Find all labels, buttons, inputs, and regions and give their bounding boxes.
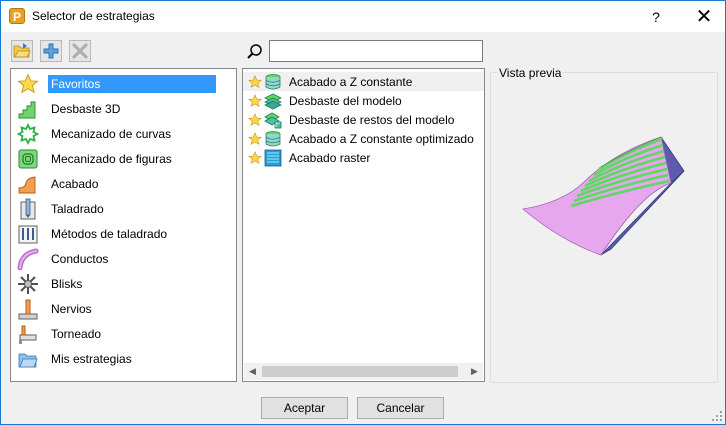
raster-finishing-icon: [264, 149, 282, 166]
finishing-icon: [17, 173, 39, 195]
category-label: Métodos de taladrado: [51, 226, 168, 241]
scroll-right-icon[interactable]: ▶: [466, 363, 483, 380]
app-logo-icon: P: [9, 8, 25, 24]
category-item-mecanizado-figuras[interactable]: Mecanizado de figuras: [11, 146, 236, 171]
strategy-selector-dialog: P Selector de estrategias ? ✕ Favoritos …: [0, 0, 726, 425]
category-item-nervios[interactable]: Nervios: [11, 296, 236, 321]
category-label: Favoritos: [48, 74, 216, 93]
preview-title: Vista previa: [497, 66, 564, 80]
model-roughing-icon: [264, 93, 282, 109]
strategy-item[interactable]: Desbaste de restos del modelo: [243, 110, 484, 129]
add-button[interactable]: [40, 40, 62, 62]
preview-group: Vista previa: [490, 66, 718, 383]
category-label: Mecanizado de curvas: [51, 126, 172, 141]
strategy-item[interactable]: Desbaste del modelo: [243, 91, 484, 110]
drill-icon: [17, 198, 39, 220]
category-label: Blisks: [51, 276, 83, 291]
favorite-star-icon: [248, 112, 262, 126]
favorite-star-icon: [248, 150, 262, 164]
category-label: Nervios: [51, 301, 92, 316]
category-label: Torneado: [51, 326, 102, 341]
strategy-label: Desbaste de restos del modelo: [289, 112, 455, 127]
ports-icon: [17, 248, 39, 270]
feature-machining-icon: [17, 148, 39, 170]
search-icon: [247, 44, 262, 59]
category-item-favoritos[interactable]: Favoritos: [11, 71, 236, 96]
category-item-torneado[interactable]: Torneado: [11, 321, 236, 346]
strategy-label: Acabado raster: [289, 150, 371, 165]
category-label: Acabado: [51, 176, 99, 191]
strategy-list[interactable]: Acabado a Z constante Desbaste del model…: [242, 68, 485, 382]
category-item-blisks[interactable]: Blisks: [11, 271, 236, 296]
my-strategies-folder-icon: [17, 348, 39, 370]
strategy-label: Acabado a Z constante optimizado: [289, 131, 474, 146]
help-button[interactable]: ?: [641, 6, 671, 28]
scrollbar-thumb[interactable]: [262, 366, 458, 377]
cancel-button[interactable]: Cancelar: [357, 397, 444, 419]
window-title: Selector de estrategias: [32, 9, 155, 23]
category-label: Mis estrategias: [51, 351, 132, 366]
roughing-3d-icon: [17, 98, 39, 120]
title-bar[interactable]: P Selector de estrategias ? ✕: [1, 1, 725, 32]
category-label: Conductos: [51, 251, 109, 266]
category-item-metodos-taladrado[interactable]: Métodos de taladrado: [11, 221, 236, 246]
resize-grip-icon[interactable]: [711, 410, 723, 422]
category-item-acabado[interactable]: Acabado: [11, 171, 236, 196]
category-item-mecanizado-curvas[interactable]: Mecanizado de curvas: [11, 121, 236, 146]
favorite-star-icon: [248, 131, 262, 145]
constant-z-finishing-icon: [265, 73, 281, 89]
model-rest-roughing-icon: [264, 112, 282, 128]
ok-button[interactable]: Aceptar: [261, 397, 348, 419]
favorite-star-icon: [248, 93, 262, 107]
category-label: Taladrado: [51, 201, 104, 216]
turning-icon: [17, 323, 39, 345]
delete-icon: [72, 43, 88, 59]
toolpath-preview-image: [522, 136, 685, 256]
strategy-label: Acabado a Z constante: [289, 74, 413, 89]
scroll-left-icon[interactable]: ◀: [244, 363, 261, 380]
open-folder-button[interactable]: [11, 40, 33, 62]
strategy-label: Desbaste del modelo: [289, 93, 402, 108]
blisk-icon: [17, 273, 39, 295]
category-item-conductos[interactable]: Conductos: [11, 246, 236, 271]
strategy-item[interactable]: Acabado a Z constante optimizado: [243, 129, 484, 148]
category-list[interactable]: Favoritos Desbaste 3D Mecanizado de curv…: [10, 68, 237, 382]
strategy-item[interactable]: Acabado a Z constante: [243, 72, 484, 91]
search-input[interactable]: [269, 40, 483, 62]
curve-machining-icon: [17, 122, 39, 145]
close-button[interactable]: ✕: [684, 3, 724, 31]
add-icon: [43, 43, 59, 59]
favorite-star-icon: [248, 74, 262, 88]
category-label: Mecanizado de figuras: [51, 151, 172, 166]
category-item-mis-estrategias[interactable]: Mis estrategias: [11, 346, 236, 371]
delete-button[interactable]: [69, 40, 91, 62]
optimized-constant-z-icon: [265, 130, 281, 146]
horizontal-scrollbar[interactable]: ◀ ▶: [244, 363, 483, 380]
drill-methods-icon: [17, 223, 39, 245]
open-folder-icon: [13, 43, 31, 58]
strategy-item[interactable]: Acabado raster: [243, 148, 484, 167]
category-item-desbaste-3d[interactable]: Desbaste 3D: [11, 96, 236, 121]
ribs-icon: [17, 298, 39, 320]
category-item-taladrado[interactable]: Taladrado: [11, 196, 236, 221]
star-icon: [17, 72, 39, 95]
category-label: Desbaste 3D: [51, 101, 121, 116]
